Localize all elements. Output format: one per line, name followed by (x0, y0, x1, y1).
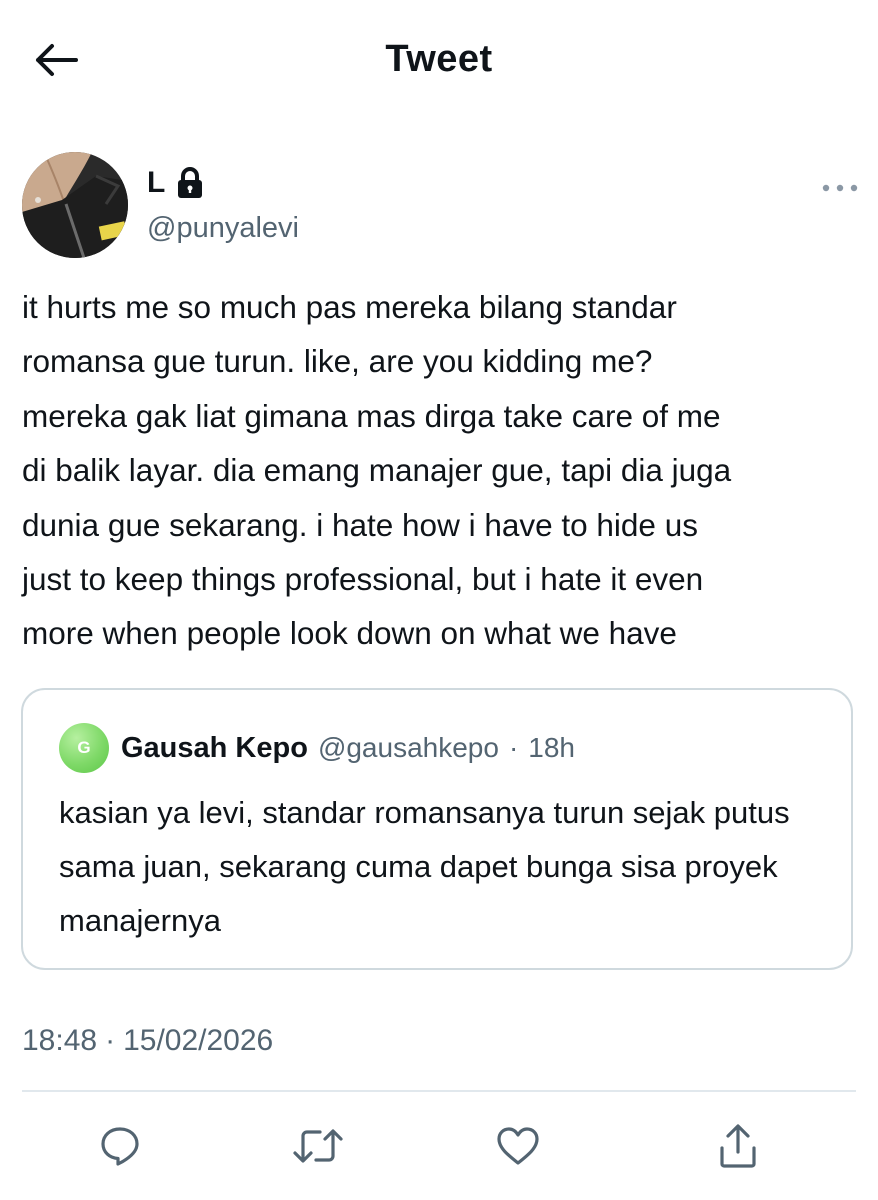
author-name-row: L (147, 166, 205, 200)
quote-timestamp: 18h (528, 732, 575, 763)
quote-header: Gausah Kepo @gausahkepo · 18h (121, 732, 575, 765)
avatar[interactable] (22, 152, 128, 258)
page-title: Tweet (385, 38, 493, 80)
quote-separator: · (508, 732, 519, 763)
top-bar: Tweet (0, 0, 878, 120)
timestamp-separator: · (105, 1024, 116, 1057)
retweet-button[interactable] (292, 1120, 344, 1172)
retweet-icon (293, 1129, 343, 1163)
share-icon (720, 1124, 756, 1168)
tweet-date: 15/02/2026 (123, 1024, 274, 1057)
lock-icon (178, 167, 203, 198)
quote-author-name: Gausah Kepo (121, 732, 308, 764)
quote-avatar-letter: G (77, 738, 91, 757)
tweet-time: 18:48 (22, 1024, 98, 1057)
quote-author-handle: @gausahkepo (317, 732, 499, 763)
more-horizontal-icon (822, 184, 858, 192)
share-button[interactable] (712, 1120, 764, 1172)
quoted-tweet[interactable]: G Gausah Kepo @gausahkepo · 18h kasian y… (21, 688, 853, 970)
author-name[interactable]: L (147, 166, 165, 200)
quote-avatar: G (59, 723, 109, 773)
author-handle[interactable]: @punyalevi (147, 212, 299, 245)
reply-button[interactable] (94, 1120, 146, 1172)
reply-icon (101, 1127, 139, 1166)
quote-text: kasian ya levi, standar romansanya turun… (59, 795, 790, 938)
divider (22, 1090, 856, 1092)
like-button[interactable] (492, 1120, 544, 1172)
tweet-text: it hurts me so much pas mereka bilang st… (22, 289, 732, 652)
tweet-timestamp: 18:48 · 15/02/2026 (22, 1024, 273, 1058)
more-button[interactable] (820, 176, 860, 200)
heart-icon (497, 1127, 539, 1165)
